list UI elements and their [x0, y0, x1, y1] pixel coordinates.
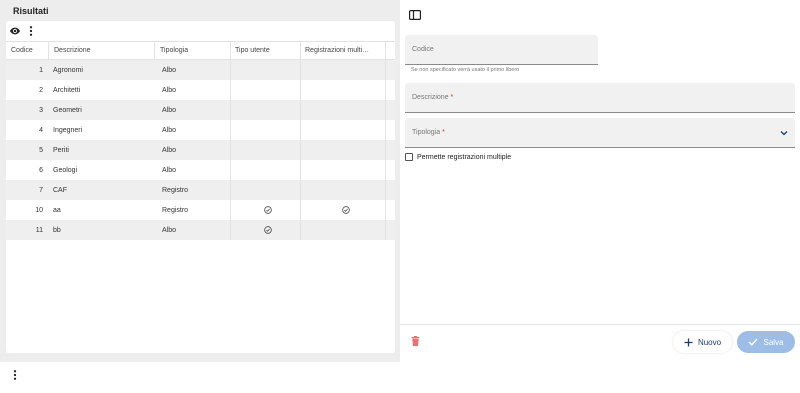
cell-registrazioni-multiple [300, 220, 386, 240]
cell-tipologia: Albo [162, 226, 177, 234]
table-body: 1 Agronomi Albo 2 Architetti Albo 3 Geometri Alb… [6, 60, 395, 240]
cell-codice: 10 [35, 206, 43, 214]
cell-tipologia: Registro [162, 186, 189, 194]
cell-descrizione: Agronomi [53, 66, 83, 74]
results-table-card: Codice Descrizione Tipologia Tipo utente… [6, 21, 395, 353]
plus-icon [684, 338, 693, 346]
cell-tipologia: Albo [162, 66, 177, 74]
cell-codice: 3 [39, 106, 43, 114]
check-circle-icon [341, 206, 350, 214]
check-circle-icon [264, 226, 272, 234]
cell-registrazioni-multiple [300, 160, 386, 180]
cell-registrazioni-multiple [300, 140, 386, 160]
cell-codice: 4 [39, 126, 43, 134]
descrizione-field[interactable]: Descrizione * [405, 83, 795, 113]
save-button[interactable]: Salva [737, 331, 795, 353]
codice-field[interactable]: Codice [405, 35, 598, 65]
table-row[interactable]: 10 aa Registro [6, 200, 395, 220]
table-header-row: Codice Descrizione Tipologia Tipo utente… [6, 41, 395, 60]
table-row[interactable]: 3 Geometri Albo [6, 100, 395, 120]
cell-codice: 1 [39, 66, 43, 74]
cell-tipologia: Registro [162, 206, 189, 214]
table-row[interactable]: 4 Ingegneri Albo [6, 120, 395, 140]
cell-codice: 7 [39, 186, 43, 194]
column-header-tipologia[interactable]: Tipologia [154, 42, 230, 59]
multiple-registrations-checkbox[interactable] [405, 153, 413, 161]
cell-registrazioni-multiple [300, 80, 386, 100]
cell-tipo-utente [230, 60, 300, 80]
cell-registrazioni-multiple [300, 200, 386, 220]
cell-descrizione: Geologi [53, 166, 78, 174]
cell-tipo-utente [230, 200, 300, 220]
save-button-label: Salva [763, 337, 784, 347]
results-title: Risultati [13, 6, 49, 16]
tipologia-select[interactable]: Tipologia * [405, 118, 795, 148]
cell-descrizione: Geometri [53, 106, 82, 114]
table-row[interactable]: 5 Periti Albo [6, 140, 395, 160]
cell-tipologia: Albo [162, 146, 177, 154]
multiple-registrations-label: Permette registrazioni multiple [417, 153, 512, 161]
table-row[interactable]: 11 bb Albo [6, 220, 395, 240]
cell-tipo-utente [230, 220, 300, 240]
new-button-label: Nuovo [697, 337, 722, 347]
codice-label: Codice [412, 46, 434, 53]
column-header-codice[interactable]: Codice [6, 42, 48, 59]
cell-descrizione: aa [53, 206, 61, 214]
table-toolbar [6, 21, 395, 41]
cell-tipo-utente [230, 100, 300, 120]
cell-codice: 2 [39, 86, 43, 94]
new-button[interactable]: Nuovo [673, 331, 732, 353]
column-header-descrizione[interactable]: Descrizione [48, 42, 154, 59]
cell-registrazioni-multiple [300, 120, 386, 140]
cell-tipologia: Albo [162, 166, 177, 174]
more-vert-icon [13, 370, 17, 380]
table-row[interactable]: 6 Geologi Albo [6, 160, 395, 180]
table-row[interactable]: 2 Architetti Albo [6, 80, 395, 100]
footer-divider [400, 324, 800, 325]
eye-icon[interactable] [10, 26, 20, 36]
cell-codice: 11 [35, 226, 43, 234]
check-icon [748, 338, 759, 346]
cell-tipologia: Albo [162, 106, 177, 114]
sidebar-toggle-icon[interactable] [409, 10, 421, 20]
cell-tipo-utente [230, 80, 300, 100]
descrizione-label: Descrizione * [412, 94, 454, 101]
table-row[interactable]: 7 CAF Registro [6, 180, 395, 200]
cell-registrazioni-multiple [300, 180, 386, 200]
chevron-down-icon [780, 131, 788, 136]
more-vert-icon[interactable] [26, 26, 36, 36]
bottom-more-menu-button[interactable] [6, 366, 24, 384]
cell-descrizione: Ingegneri [53, 126, 83, 134]
cell-tipo-utente [230, 180, 300, 200]
check-circle-icon [264, 206, 272, 214]
cell-registrazioni-multiple [300, 60, 386, 80]
cell-codice: 5 [39, 146, 43, 154]
codice-helper-text: Se non specificato verrà usato il primo … [411, 67, 520, 73]
cell-tipo-utente [230, 140, 300, 160]
cell-descrizione: bb [53, 226, 61, 234]
cell-tipologia: Albo [162, 126, 177, 134]
cell-tipo-utente [230, 160, 300, 180]
cell-tipo-utente [230, 120, 300, 140]
cell-descrizione: CAF [53, 186, 67, 194]
column-header-tipo-utente[interactable]: Tipo utente [230, 42, 300, 59]
cell-registrazioni-multiple [300, 100, 386, 120]
cell-tipologia: Albo [162, 86, 177, 94]
column-header-registrazioni-multiple[interactable]: Registrazioni multi… [300, 42, 386, 59]
cell-descrizione: Periti [53, 146, 69, 154]
cell-codice: 6 [39, 166, 43, 174]
multiple-registrations-option[interactable]: Permette registrazioni multiple [405, 153, 511, 161]
results-grid: Codice Descrizione Tipologia Tipo utente… [6, 41, 395, 240]
table-row[interactable]: 1 Agronomi Albo [6, 60, 395, 80]
tipologia-label: Tipologia * [412, 129, 445, 136]
trash-icon[interactable] [411, 336, 420, 346]
cell-descrizione: Architetti [53, 86, 81, 94]
